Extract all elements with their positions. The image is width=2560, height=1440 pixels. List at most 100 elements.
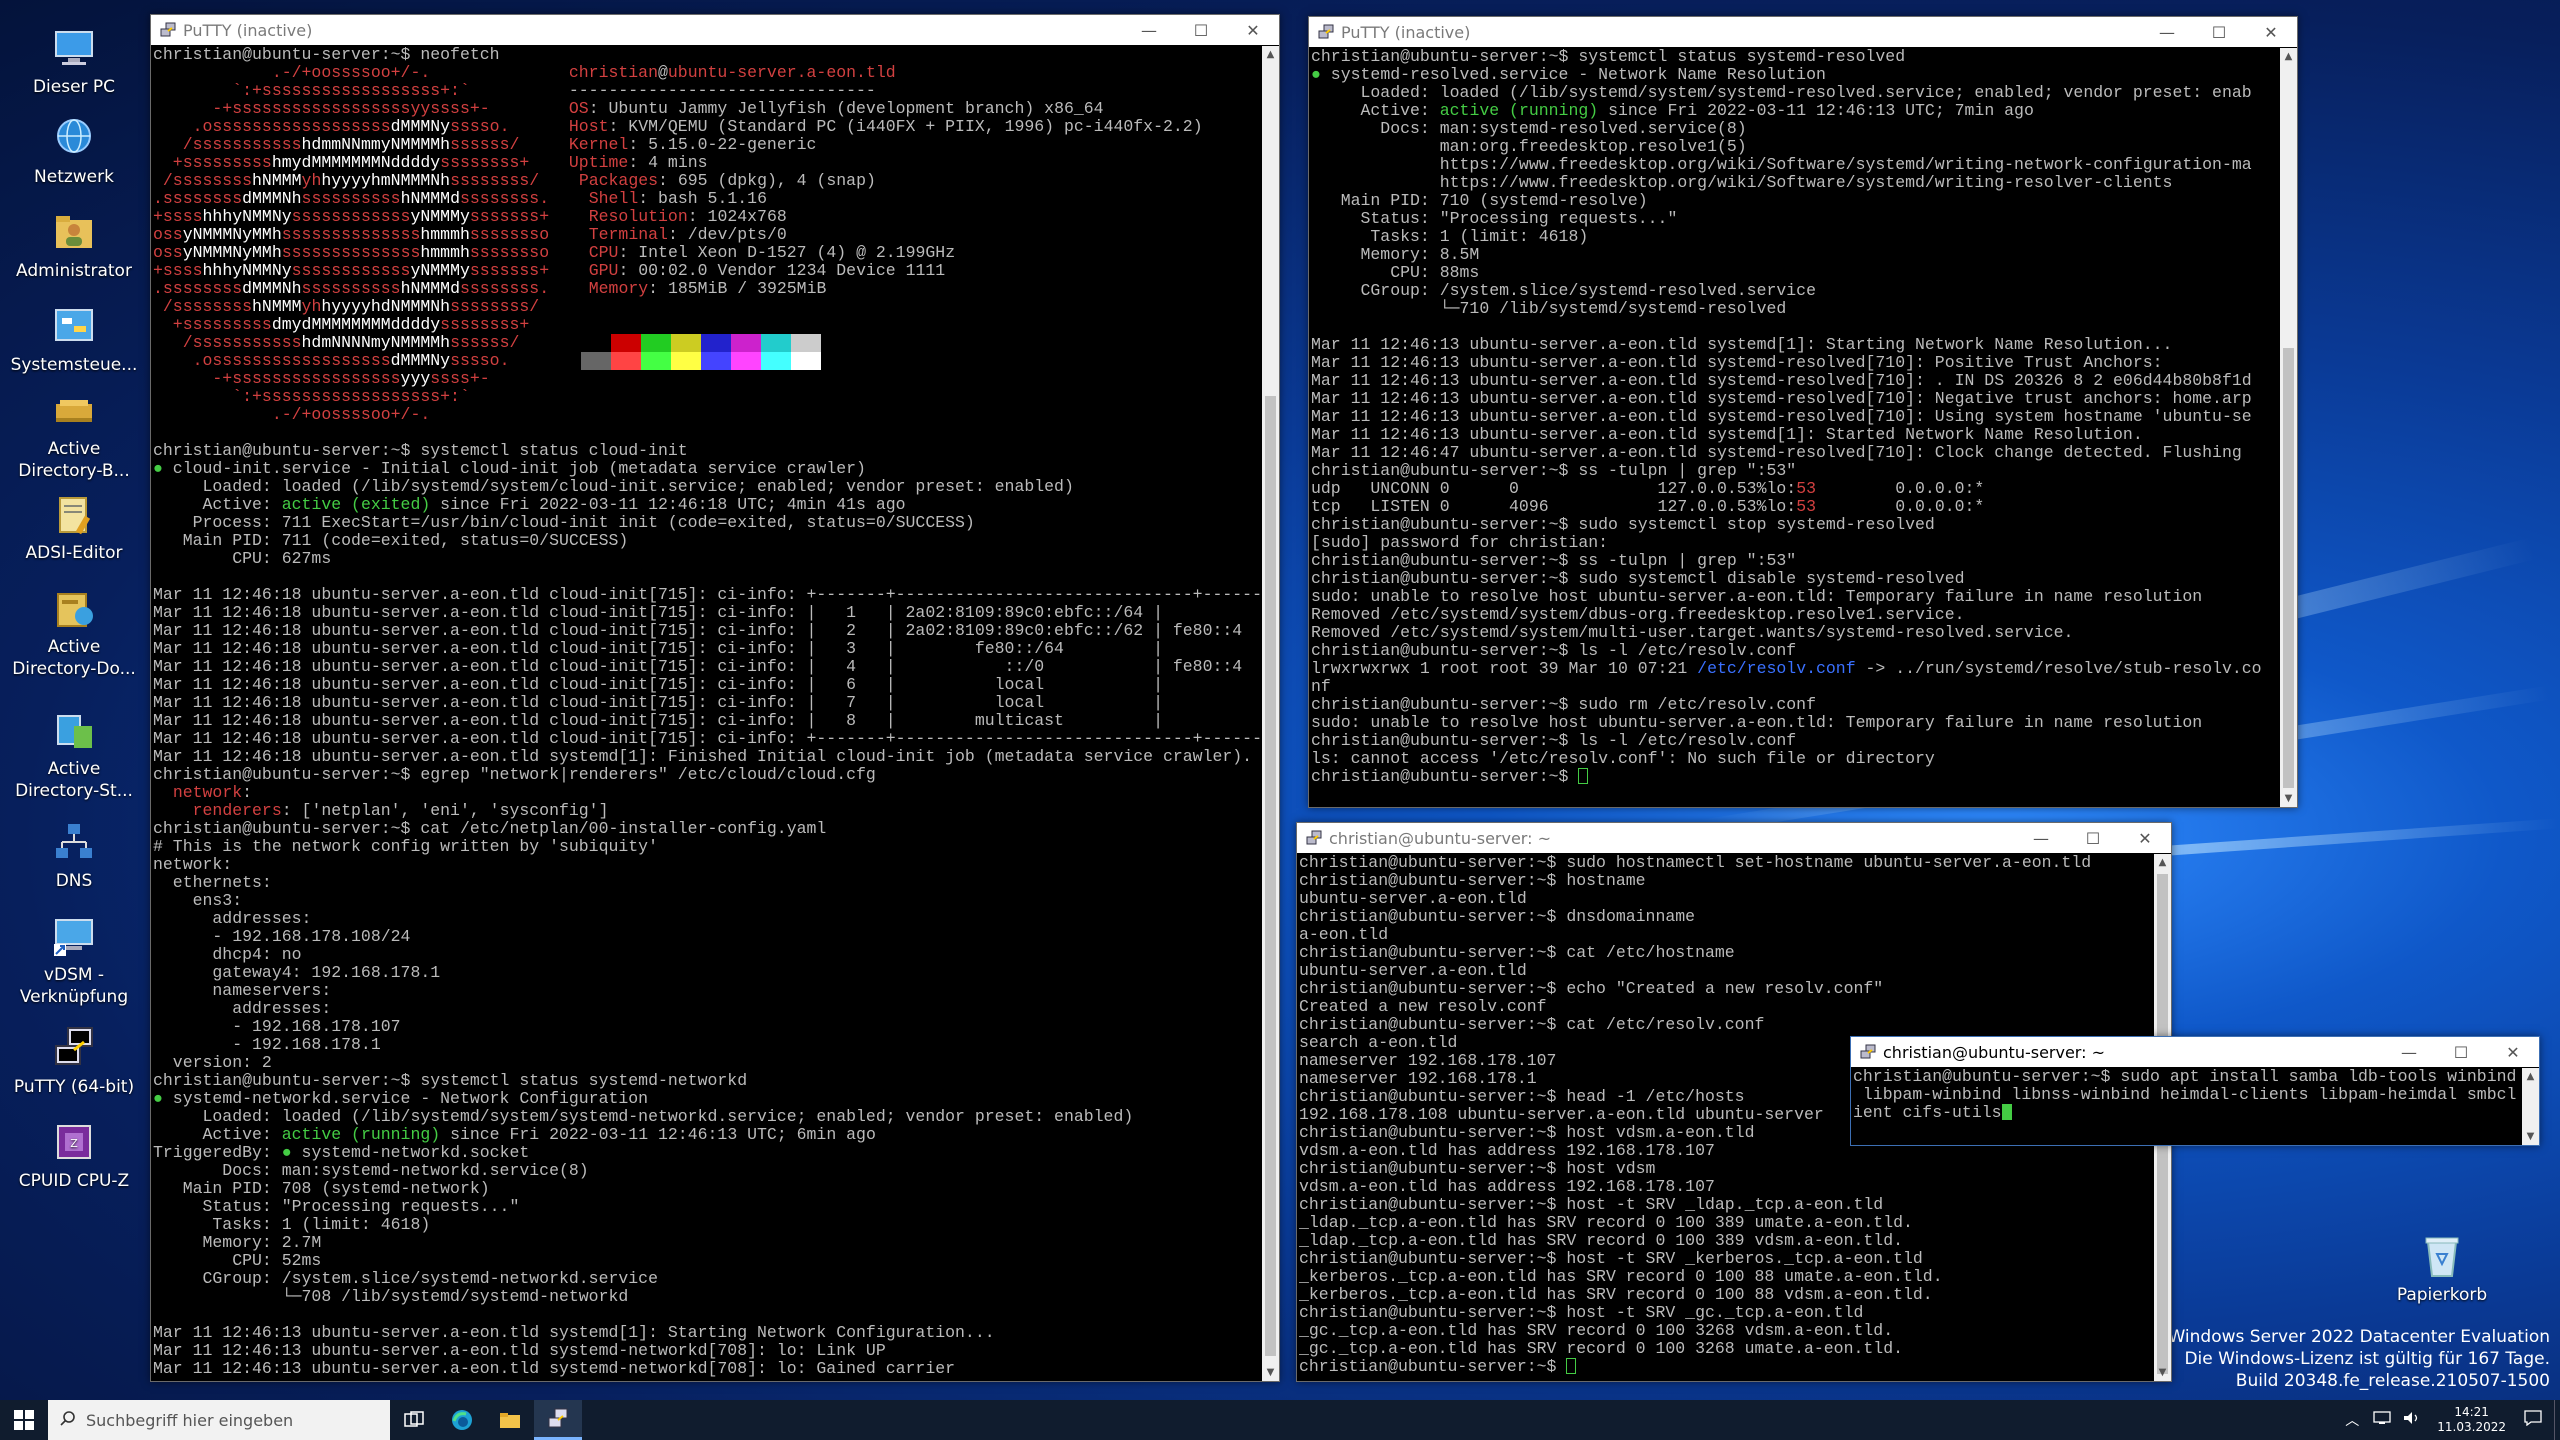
close-icon[interactable]: ✕ — [2119, 823, 2171, 853]
notification-icon[interactable] — [2524, 1410, 2542, 1430]
scrollbar-thumb[interactable] — [1265, 396, 1276, 1356]
taskbar-edge-button[interactable] — [438, 1400, 486, 1440]
desktop-icon-ad-domains[interactable]: Active Directory-Do... — [8, 584, 140, 680]
scroll-down-icon[interactable]: ▼ — [2522, 1128, 2539, 1145]
desktop-icon-label: DNS — [55, 871, 93, 891]
ad-domains-icon — [50, 584, 98, 632]
desktop-icon-label: Systemsteue... — [10, 355, 138, 375]
desktop-icon-this-pc[interactable]: Dieser PC — [8, 24, 140, 98]
task-view-button[interactable] — [390, 1400, 438, 1440]
desktop-icon-label: ADSI-Editor — [25, 543, 123, 563]
scroll-down-icon[interactable]: ▼ — [1262, 1364, 1279, 1381]
start-button[interactable] — [0, 1400, 48, 1440]
minimize-button[interactable]: — — [2015, 823, 2067, 853]
terminal-scrollbar[interactable]: ▲ ▼ — [2280, 48, 2297, 807]
scroll-down-icon[interactable]: ▼ — [2280, 790, 2297, 807]
desktop-icon-adsi-editor[interactable]: ADSI-Editor — [8, 490, 140, 564]
desktop-icon-ad-users[interactable]: Active Directory-B... — [8, 386, 140, 482]
control-panel-icon — [50, 302, 98, 350]
close-icon[interactable]: ✕ — [1227, 15, 1279, 45]
terminal-output[interactable]: christian@ubuntu-server:~$ neofetch .-/+… — [153, 46, 1261, 1379]
cpuz-icon: Z — [50, 1118, 98, 1166]
neofetch-color-palette — [581, 334, 821, 370]
watermark-build: Build 20348.fe_release.210507-1500 — [2235, 1371, 2550, 1391]
windows-watermark: Windows Server 2022 Datacenter Evaluatio… — [2169, 1326, 2551, 1392]
text-cursor — [1566, 1358, 1577, 1374]
clock-date: 11.03.2022 — [2437, 1420, 2506, 1434]
desktop-icon-administrator[interactable]: Administrator — [8, 208, 140, 282]
putty-window-neofetch[interactable]: PuTTY (inactive) — ☐ ✕ christian@ubuntu-… — [150, 14, 1280, 1382]
terminal-text: christian@ubuntu-server:~$ systemctl sta… — [1311, 48, 2262, 786]
chevron-up-icon[interactable]: ︿ — [2345, 1410, 2359, 1430]
taskbar-explorer-button[interactable] — [486, 1400, 534, 1440]
minimize-button[interactable]: — — [2383, 1037, 2435, 1067]
maximize-button[interactable]: ☐ — [2193, 17, 2245, 47]
minimize-button[interactable]: — — [1123, 15, 1175, 45]
taskbar-clock[interactable]: 14:21 11.03.2022 — [2437, 1405, 2506, 1435]
window-title: christian@ubuntu-server: ~ — [1883, 1042, 2105, 1062]
terminal-text: christian@ubuntu-server:~$ sudo apt inst… — [1853, 1068, 2517, 1122]
desktop-icon-label: Active Directory-St... — [15, 759, 133, 801]
watermark-license: Die Windows-Lizenz ist gültig für 167 Ta… — [2184, 1349, 2550, 1369]
dns-icon — [50, 818, 98, 866]
windows-logo-icon — [14, 1410, 34, 1430]
network-globe-icon — [50, 114, 98, 162]
taskbar-search-box[interactable]: Suchbegriff hier eingeben — [48, 1400, 390, 1440]
putty-window-resolved[interactable]: PuTTY (inactive) — ☐ ✕ christian@ubuntu-… — [1308, 16, 2298, 808]
taskbar-putty-button[interactable] — [534, 1400, 582, 1440]
putty-icon — [50, 1024, 98, 1072]
desktop-icon-network[interactable]: Netzwerk — [8, 114, 140, 188]
window-titlebar[interactable]: PuTTY (inactive) — ☐ ✕ — [1309, 17, 2297, 47]
maximize-button[interactable]: ☐ — [2067, 823, 2119, 853]
putty-window-samba-install[interactable]: christian@ubuntu-server: ~ — ☐ ✕ christi… — [1850, 1036, 2540, 1146]
maximize-button[interactable]: ☐ — [2435, 1037, 2487, 1067]
window-titlebar[interactable]: christian@ubuntu-server: ~ — ☐ ✕ — [1297, 823, 2171, 853]
terminal-output[interactable]: christian@ubuntu-server:~$ systemctl sta… — [1311, 48, 2279, 805]
window-title: PuTTY (inactive) — [183, 20, 313, 40]
ad-users-icon — [50, 386, 98, 434]
desktop-icon-label: Dieser PC — [32, 77, 116, 97]
window-title: PuTTY (inactive) — [1341, 22, 1471, 42]
window-titlebar[interactable]: christian@ubuntu-server: ~ — ☐ ✕ — [1851, 1037, 2539, 1067]
adsi-editor-icon — [50, 490, 98, 538]
desktop-icon-dns[interactable]: DNS — [8, 818, 140, 892]
watermark-edition: Windows Server 2022 Datacenter Evaluatio… — [2168, 1327, 2551, 1347]
scrollbar-thumb[interactable] — [2283, 348, 2294, 788]
desktop-icon-label: CPUID CPU-Z — [18, 1171, 130, 1191]
scroll-up-icon[interactable]: ▲ — [2522, 1068, 2539, 1085]
network-icon[interactable] — [2373, 1411, 2391, 1429]
scroll-up-icon[interactable]: ▲ — [2280, 48, 2297, 65]
desktop-icon-putty[interactable]: PuTTY (64-bit) — [8, 1024, 140, 1098]
desktop-icon-cpuz[interactable]: Z CPUID CPU-Z — [8, 1118, 140, 1192]
svg-text:Z: Z — [70, 1137, 78, 1150]
volume-icon[interactable] — [2403, 1411, 2421, 1429]
text-cursor — [1578, 768, 1589, 784]
scroll-up-icon[interactable]: ▲ — [1262, 46, 1279, 63]
desktop-icon-ad-sites[interactable]: Active Directory-St... — [8, 706, 140, 802]
computer-icon — [50, 24, 98, 72]
terminal-output[interactable]: christian@ubuntu-server:~$ sudo apt inst… — [1853, 1068, 2521, 1143]
maximize-button[interactable]: ☐ — [1175, 15, 1227, 45]
search-icon — [60, 1410, 76, 1430]
show-desktop-button[interactable] — [2554, 1400, 2560, 1440]
close-icon[interactable]: ✕ — [2245, 17, 2297, 47]
desktop-icon-label: PuTTY (64-bit) — [13, 1077, 135, 1097]
terminal-scrollbar[interactable]: ▲ ▼ — [2522, 1068, 2539, 1145]
taskbar: Suchbegriff hier eingeben ︿ 14:21 11.03.… — [0, 1400, 2560, 1440]
search-placeholder: Suchbegriff hier eingeben — [86, 1410, 294, 1430]
terminal-scrollbar[interactable]: ▲ ▼ — [1262, 46, 1279, 1381]
desktop-icon-control-panel[interactable]: Systemsteue... — [8, 302, 140, 376]
desktop-icon-vdsm[interactable]: vDSM - Verknüpfung — [8, 912, 140, 1008]
close-icon[interactable]: ✕ — [2487, 1037, 2539, 1067]
user-folder-icon — [50, 208, 98, 256]
ad-sites-icon — [50, 706, 98, 754]
scroll-down-icon[interactable]: ▼ — [2154, 1364, 2171, 1381]
window-titlebar[interactable]: PuTTY (inactive) — ☐ ✕ — [151, 15, 1279, 45]
vdsm-shortcut-icon — [50, 912, 98, 960]
minimize-button[interactable]: — — [2141, 17, 2193, 47]
desktop-icon-label: Active Directory-B... — [18, 439, 130, 481]
scroll-up-icon[interactable]: ▲ — [2154, 854, 2171, 871]
desktop-icon-label: Active Directory-Do... — [12, 637, 136, 679]
putty-icon — [548, 1408, 568, 1427]
desktop-icon-recycle-bin[interactable]: Papierkorb — [2376, 1232, 2508, 1306]
